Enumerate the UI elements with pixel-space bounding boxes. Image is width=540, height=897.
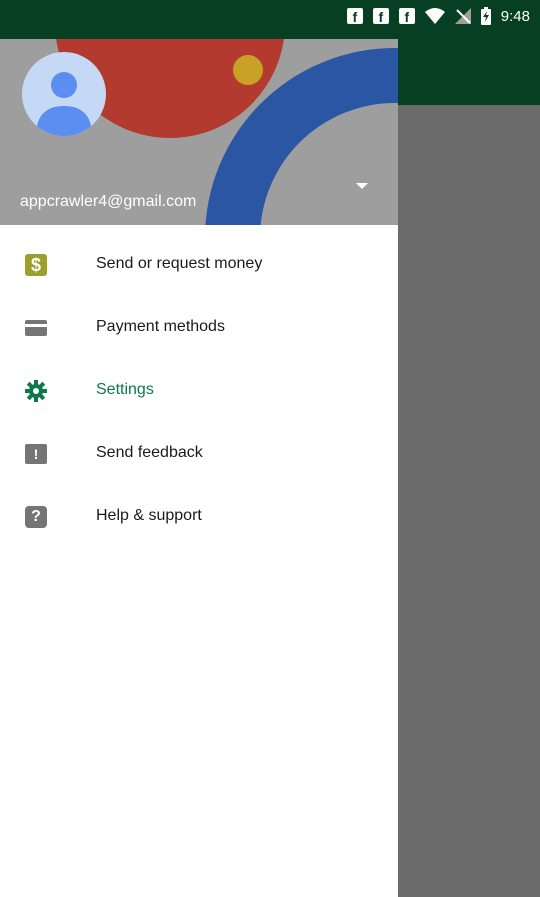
no-signal-icon	[454, 8, 471, 24]
status-icons: f f f 9:48	[346, 5, 530, 27]
menu-item-send-feedback[interactable]: ! Send feedback	[0, 438, 398, 478]
help-icon: ?	[24, 505, 48, 529]
dollar-icon: $	[24, 253, 48, 277]
navigation-drawer: appcrawler4@gmail.com $ Send or request …	[0, 33, 398, 897]
facebook-icon: f	[372, 8, 389, 24]
menu-item-settings[interactable]: Settings	[0, 375, 398, 415]
status-bar: f f f 9:48	[0, 0, 540, 33]
facebook-icon: f	[398, 8, 415, 24]
account-dropdown-icon[interactable]	[356, 183, 368, 189]
drawer-scrim[interactable]	[398, 105, 540, 897]
menu-item-label: Help & support	[96, 507, 202, 524]
avatar[interactable]	[22, 52, 106, 136]
account-email: appcrawler4@gmail.com	[20, 193, 197, 210]
feedback-icon: !	[24, 442, 48, 466]
menu-item-send-request-money[interactable]: $ Send or request money	[0, 249, 398, 289]
status-time: 9:48	[500, 7, 530, 25]
battery-charging-icon	[480, 7, 491, 25]
account-icon	[36, 72, 92, 136]
facebook-icon: f	[346, 8, 363, 24]
menu-item-payment-methods[interactable]: Payment methods	[0, 312, 398, 352]
wifi-icon	[424, 8, 445, 24]
card-icon	[24, 316, 48, 340]
gear-icon	[24, 379, 48, 403]
menu-item-label: Send feedback	[96, 444, 203, 461]
menu-item-label: Send or request money	[96, 255, 263, 272]
menu-item-label: Payment methods	[96, 318, 225, 335]
menu-item-help-support[interactable]: ? Help & support	[0, 501, 398, 541]
drawer-header: appcrawler4@gmail.com	[0, 33, 398, 225]
app-bar	[398, 33, 540, 105]
menu-item-label: Settings	[96, 381, 154, 398]
